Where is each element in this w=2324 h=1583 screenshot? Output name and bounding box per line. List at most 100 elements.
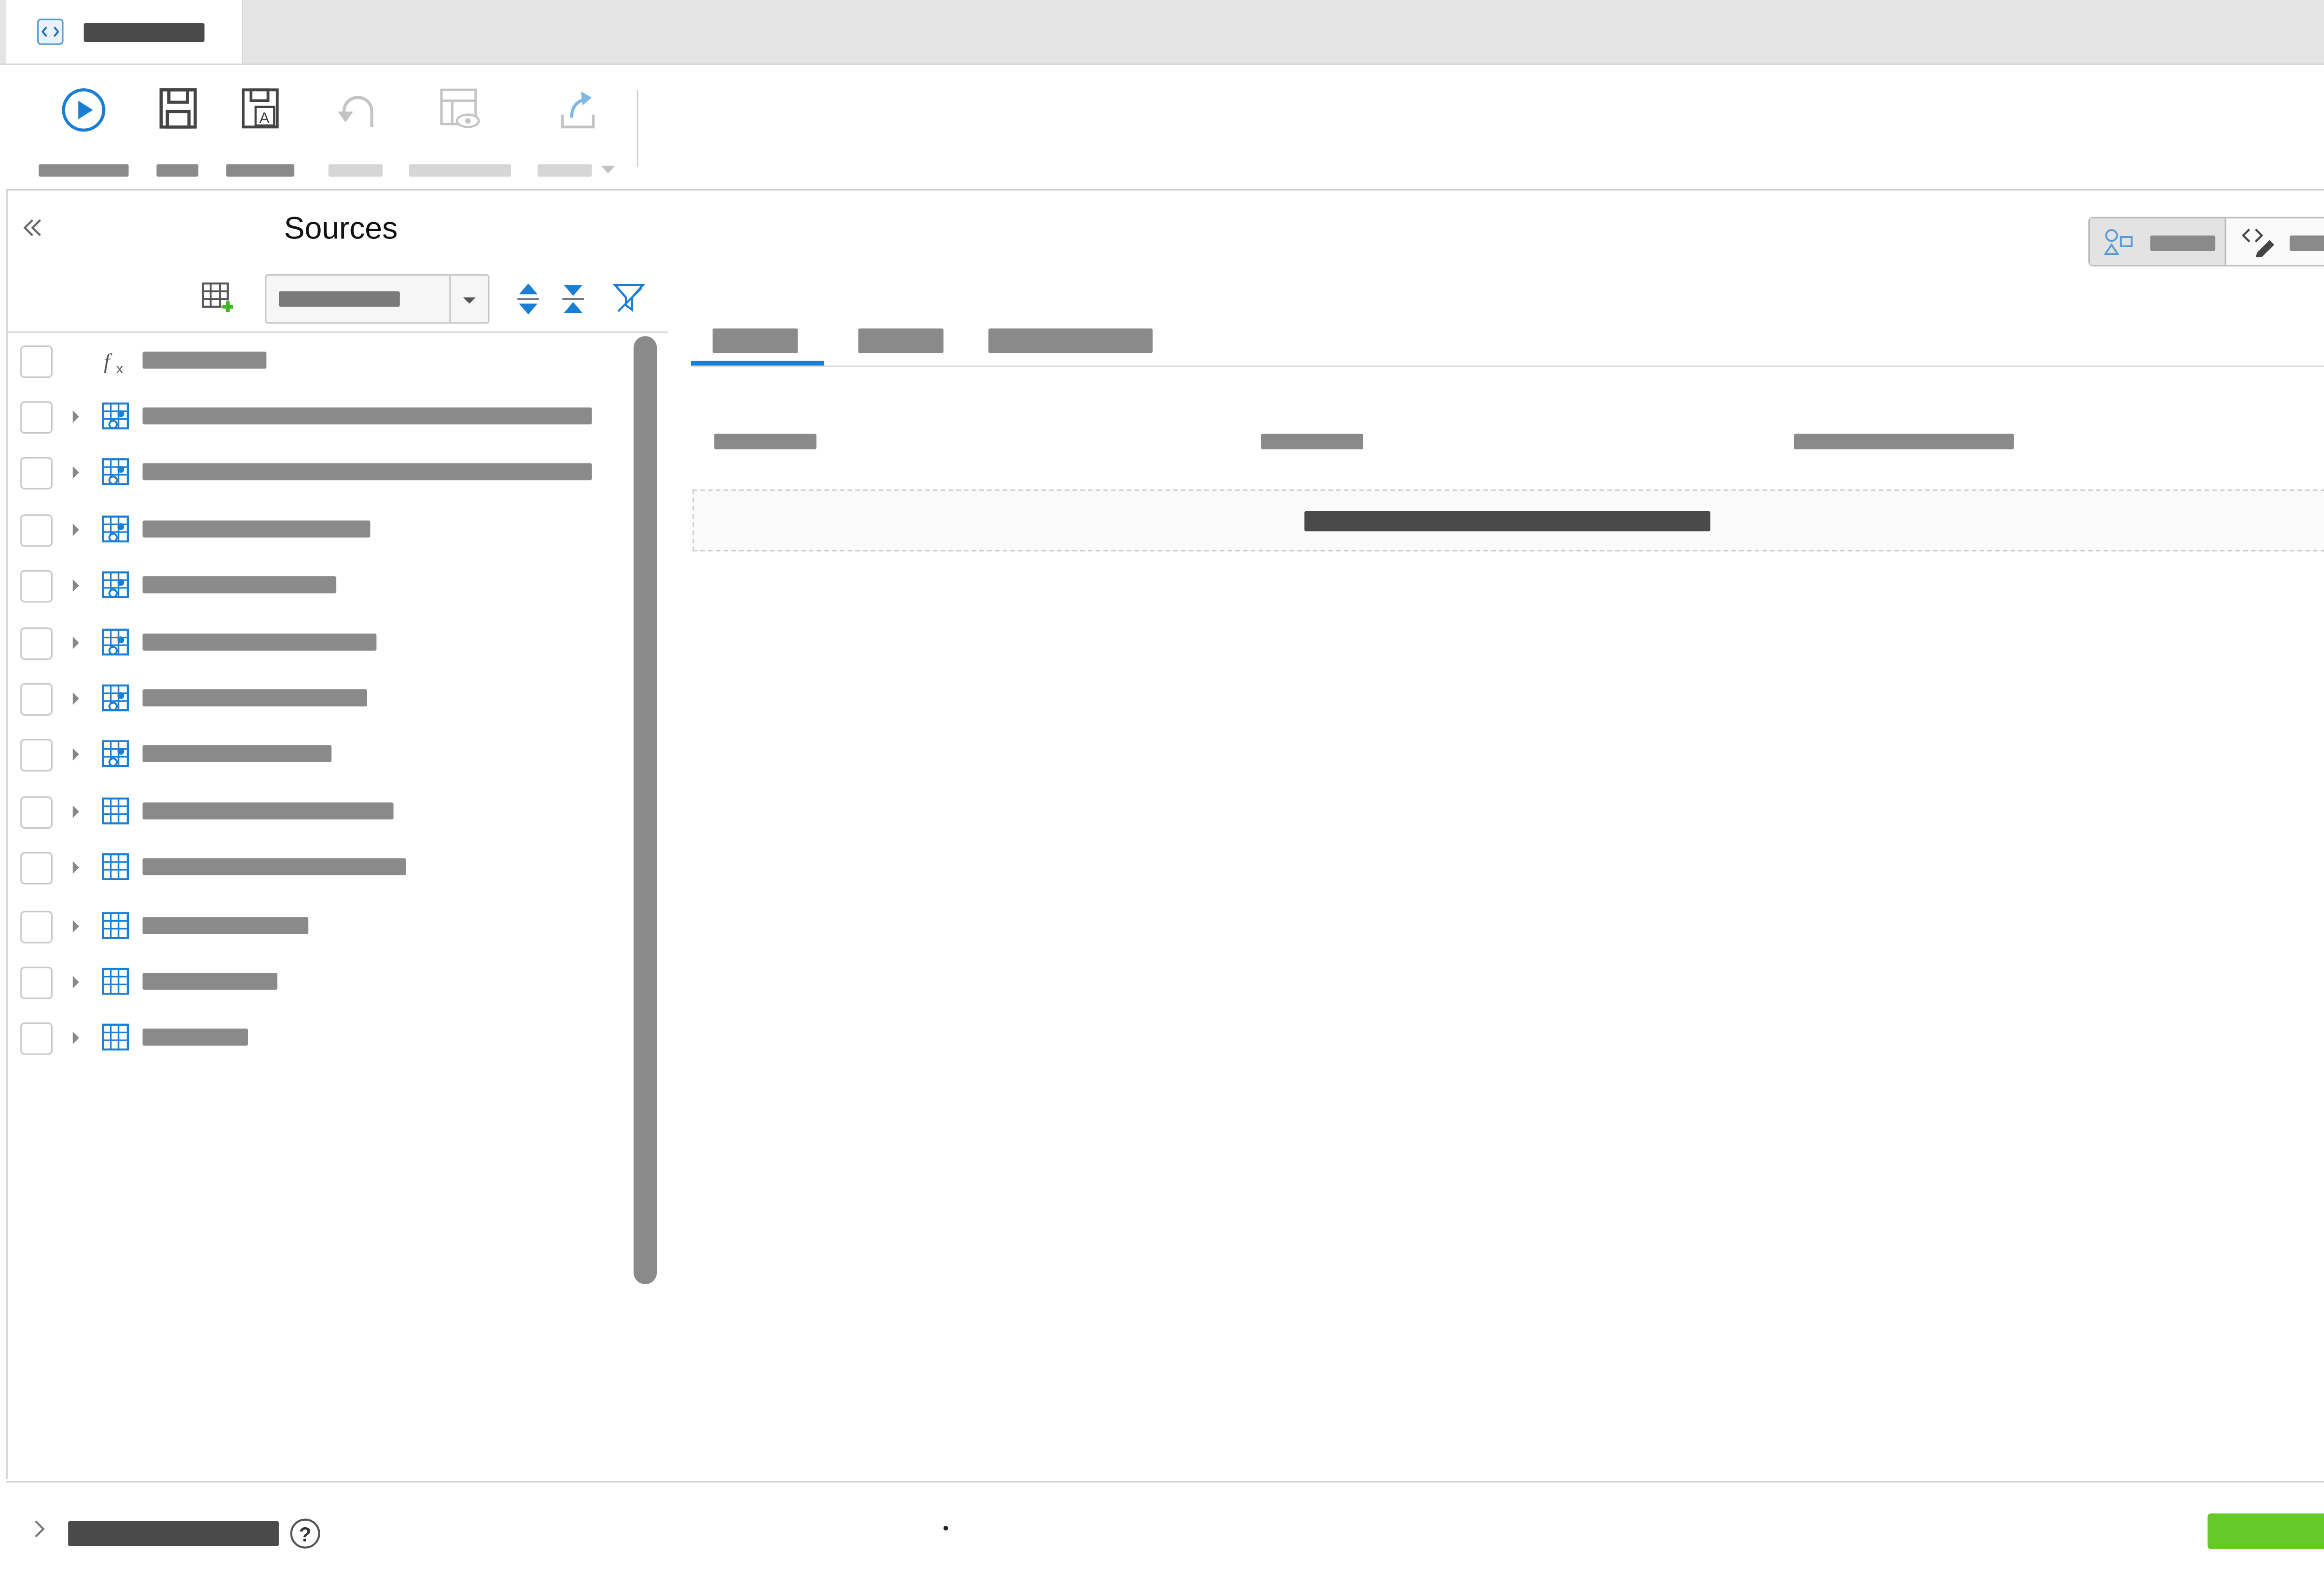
expand-arrow-icon[interactable] <box>70 858 82 877</box>
toolbar-separator <box>636 90 639 167</box>
save-as-label <box>226 164 295 177</box>
collapse-all-icon[interactable] <box>561 282 586 316</box>
tab-divider <box>691 365 2324 367</box>
expand-arrow-icon[interactable] <box>70 802 82 821</box>
tree-divider <box>7 331 668 333</box>
tab-1-label[interactable] <box>713 328 798 353</box>
tree-row-checkbox[interactable] <box>20 627 53 660</box>
code-view-label <box>2290 235 2324 251</box>
save-label <box>156 164 198 177</box>
preview-label <box>409 164 511 177</box>
tree-row[interactable] <box>8 680 627 726</box>
sources-panel: Sources fx <box>6 190 669 1480</box>
linked-table-icon <box>102 684 129 712</box>
linked-table-icon <box>102 402 129 429</box>
tree-row-checkbox[interactable] <box>20 1022 53 1055</box>
drop-zone[interactable] <box>692 489 2324 552</box>
tree-row-checkbox[interactable] <box>20 966 53 999</box>
add-table-icon[interactable] <box>201 280 235 314</box>
design-view-button[interactable] <box>2090 218 2226 265</box>
tree-row-checkbox[interactable] <box>20 570 53 603</box>
linked-table-icon <box>102 740 129 767</box>
tree-row[interactable] <box>8 849 627 895</box>
filter-icon[interactable] <box>612 280 646 314</box>
tree-row-checkbox[interactable] <box>20 457 53 490</box>
svg-text:f: f <box>104 350 112 374</box>
tree-row-label <box>142 1029 248 1046</box>
run-icon <box>62 88 106 132</box>
table-icon <box>102 853 129 880</box>
tree-row[interactable] <box>8 454 627 501</box>
tree-row[interactable] <box>8 567 627 613</box>
source-filter-dropdown[interactable] <box>449 276 488 323</box>
tree-row-checkbox[interactable] <box>20 739 53 772</box>
help-icon[interactable]: ? <box>290 1518 321 1549</box>
chevron-down-icon <box>463 297 476 304</box>
tree-row-label <box>142 520 370 538</box>
expand-arrow-icon[interactable] <box>70 689 82 708</box>
tree-row-label <box>142 576 337 594</box>
table-icon <box>102 968 129 995</box>
shapes-icon <box>2104 229 2133 255</box>
sources-title: Sources <box>284 212 398 246</box>
save-as-button[interactable]: A <box>226 84 297 180</box>
code-view-button[interactable] <box>2226 218 2324 265</box>
source-filter-select[interactable] <box>264 274 490 324</box>
column-header-1 <box>714 434 817 449</box>
undo-icon <box>337 96 374 127</box>
expand-arrow-icon[interactable] <box>70 408 82 426</box>
tree-row-label <box>142 689 367 706</box>
tree-row-label <box>142 351 267 369</box>
tree-row[interactable] <box>8 736 627 782</box>
expand-all-icon[interactable] <box>516 282 541 316</box>
expand-arrow-icon[interactable] <box>70 1029 82 1047</box>
tree-row-checkbox[interactable] <box>20 910 53 943</box>
preview-button[interactable] <box>409 84 515 180</box>
preview-icon <box>440 88 480 128</box>
expand-arrow-icon[interactable] <box>70 576 82 595</box>
code-file-icon <box>37 18 64 45</box>
run-button[interactable] <box>39 84 132 180</box>
tree-row-checkbox[interactable] <box>20 401 53 434</box>
expand-arrow-icon[interactable] <box>70 973 82 991</box>
collapse-left-icon[interactable] <box>20 215 45 240</box>
tree-row[interactable] <box>8 908 627 954</box>
export-dropdown-icon[interactable] <box>601 165 615 175</box>
primary-action-button[interactable] <box>2207 1513 2324 1549</box>
document-tab-title <box>83 23 205 42</box>
expand-arrow-icon[interactable] <box>70 917 82 936</box>
chevron-right-icon[interactable] <box>31 1518 46 1540</box>
tree-row-label <box>142 858 406 876</box>
tree-row-checkbox[interactable] <box>20 514 53 547</box>
tree-scrollbar[interactable] <box>634 336 657 1285</box>
tab-2-label[interactable] <box>858 328 944 353</box>
expand-arrow-icon[interactable] <box>70 745 82 764</box>
tree-row-checkbox[interactable] <box>20 345 53 378</box>
function-icon: fx <box>104 350 123 376</box>
tree-row[interactable] <box>8 398 627 445</box>
linked-table-icon <box>102 515 129 543</box>
tree-row-checkbox[interactable] <box>20 796 53 829</box>
tree-row[interactable] <box>8 624 627 671</box>
tree-row[interactable]: fx <box>8 343 627 389</box>
table-icon <box>102 1023 129 1051</box>
status-indicator <box>943 1526 948 1531</box>
tab-3-label[interactable] <box>988 328 1153 353</box>
tree-row-label <box>142 917 309 934</box>
tree-row-checkbox[interactable] <box>20 852 53 885</box>
tree-row[interactable] <box>8 793 627 839</box>
export-icon <box>561 91 595 129</box>
expand-arrow-icon[interactable] <box>70 463 82 482</box>
export-button[interactable] <box>537 84 618 180</box>
expand-arrow-icon[interactable] <box>70 633 82 652</box>
undo-button[interactable] <box>327 84 386 180</box>
save-button[interactable] <box>156 84 203 180</box>
tree-row[interactable] <box>8 511 627 558</box>
toolbar: A <box>6 65 2324 191</box>
expand-arrow-icon[interactable] <box>70 521 82 539</box>
tree-row[interactable] <box>8 1019 627 1066</box>
tree-row[interactable] <box>8 963 627 1010</box>
tree-row-checkbox[interactable] <box>20 683 53 716</box>
tree-row-label <box>142 633 376 651</box>
bottom-panel-title <box>68 1521 279 1546</box>
